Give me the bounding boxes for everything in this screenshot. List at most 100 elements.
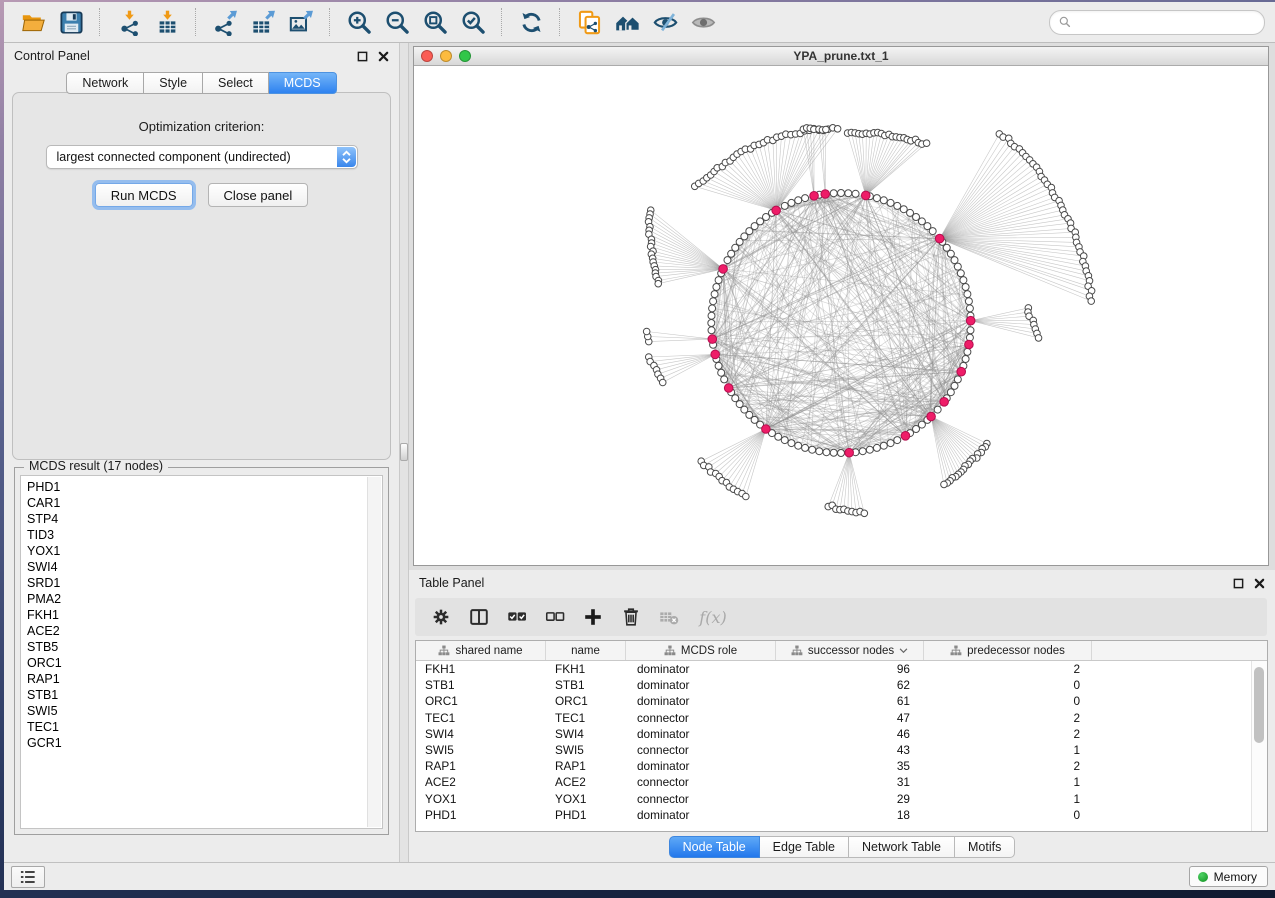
mcds-result-item[interactable]: CAR1 xyxy=(27,495,382,511)
table-row[interactable]: ORC1ORC1dominator610 xyxy=(416,693,1267,709)
zoom-fit-icon xyxy=(422,9,449,36)
tab-network-table[interactable]: Network Table xyxy=(849,836,955,858)
refresh-button[interactable] xyxy=(512,4,550,40)
mcds-result-item[interactable]: SRD1 xyxy=(27,575,382,591)
tab-select[interactable]: Select xyxy=(203,72,269,94)
mcds-result-item[interactable]: ORC1 xyxy=(27,655,382,671)
hide-details-button[interactable] xyxy=(646,4,684,40)
control-panel: Control Panel NetworkStyleSelectMCDS Opt… xyxy=(4,43,399,862)
clone-network-icon xyxy=(576,9,603,36)
export-table-button[interactable] xyxy=(244,4,282,40)
network-canvas[interactable] xyxy=(414,66,1268,565)
table-row[interactable]: FKH1FKH1dominator962 xyxy=(416,661,1267,677)
tab-edge-table[interactable]: Edge Table xyxy=(760,836,849,858)
mcds-result-item[interactable]: RAP1 xyxy=(27,671,382,687)
column-header-MCDS-role[interactable]: MCDS role xyxy=(626,641,776,660)
toolbar-separator xyxy=(501,8,503,36)
table-row[interactable]: TEC1TEC1connector472 xyxy=(416,710,1267,726)
column-header-shared-name[interactable]: shared name xyxy=(416,641,546,660)
mcds-result-item[interactable]: FKH1 xyxy=(27,607,382,623)
table-scrollbar[interactable] xyxy=(1251,661,1267,831)
mcds-result-item[interactable]: TEC1 xyxy=(27,719,382,735)
zoom-in-button[interactable] xyxy=(340,4,378,40)
tab-node-table[interactable]: Node Table xyxy=(669,836,760,858)
list-scrollbar[interactable] xyxy=(367,477,381,827)
table-row[interactable]: PHD1PHD1dominator180 xyxy=(416,807,1267,823)
mcds-result-item[interactable]: SWI4 xyxy=(27,559,382,575)
optimization-select-value: largest connected component (undirected) xyxy=(57,150,291,164)
network-window-title: YPA_prune.txt_1 xyxy=(793,49,888,63)
function-builder-button[interactable]: f(x) xyxy=(693,602,733,632)
import-network-button[interactable] xyxy=(110,4,148,40)
show-details-button[interactable] xyxy=(684,4,722,40)
network-window-titlebar: YPA_prune.txt_1 xyxy=(414,47,1268,66)
table-bottom-tabs: Node TableEdge TableNetwork TableMotifs xyxy=(409,835,1275,859)
mcds-result-item[interactable]: STB1 xyxy=(27,687,382,703)
search-input[interactable] xyxy=(1072,14,1256,30)
mcds-result-item[interactable]: ACE2 xyxy=(27,623,382,639)
minimize-window-button[interactable] xyxy=(440,50,452,62)
table-row[interactable]: RAP1RAP1dominator352 xyxy=(416,758,1267,774)
tab-mcds[interactable]: MCDS xyxy=(269,72,337,94)
table-row[interactable]: ACE2ACE2connector311 xyxy=(416,774,1267,790)
mcds-result-item[interactable]: STB5 xyxy=(27,639,382,655)
float-table-panel-button[interactable] xyxy=(1232,577,1244,589)
delete-table-icon xyxy=(658,606,680,628)
zoom-fit-button[interactable] xyxy=(416,4,454,40)
optimization-select[interactable]: largest connected component (undirected) xyxy=(46,145,358,169)
tab-style[interactable]: Style xyxy=(144,72,203,94)
table-row[interactable]: YOX1YOX1connector291 xyxy=(416,791,1267,807)
deselect-all-button[interactable] xyxy=(541,602,568,632)
main-area: Control Panel NetworkStyleSelectMCDS Opt… xyxy=(4,43,1275,862)
delete-table-button[interactable] xyxy=(655,602,682,632)
trash-button[interactable] xyxy=(617,602,644,632)
table-row[interactable]: SWI4SWI4dominator462 xyxy=(416,726,1267,742)
export-image-button[interactable] xyxy=(282,4,320,40)
float-panel-button[interactable] xyxy=(356,50,368,62)
save-button[interactable] xyxy=(52,4,90,40)
splitter-handle[interactable] xyxy=(400,443,408,461)
mcds-result-item[interactable]: YOX1 xyxy=(27,543,382,559)
control-panel-title: Control Panel xyxy=(14,49,90,63)
deselect-all-icon xyxy=(544,606,566,628)
add-row-button[interactable] xyxy=(579,602,606,632)
mcds-result-item[interactable]: STP4 xyxy=(27,511,382,527)
column-header-predecessor-nodes[interactable]: predecessor nodes xyxy=(924,641,1092,660)
vertical-splitter[interactable] xyxy=(399,43,409,862)
column-header-successor-nodes[interactable]: successor nodes xyxy=(776,641,924,660)
close-window-button[interactable] xyxy=(421,50,433,62)
open-button[interactable] xyxy=(14,4,52,40)
mcds-result-item[interactable]: TID3 xyxy=(27,527,382,543)
show-panels-button[interactable] xyxy=(11,866,45,888)
tab-motifs[interactable]: Motifs xyxy=(955,836,1015,858)
zoom-selected-icon xyxy=(460,9,487,36)
column-header-name[interactable]: name xyxy=(546,641,626,660)
mcds-result-item[interactable]: PMA2 xyxy=(27,591,382,607)
search-field[interactable] xyxy=(1049,10,1265,35)
table-row[interactable]: SWI5SWI5connector431 xyxy=(416,742,1267,758)
columns-button[interactable] xyxy=(465,602,492,632)
maximize-window-button[interactable] xyxy=(459,50,471,62)
table-row[interactable]: STB1STB1dominator620 xyxy=(416,677,1267,693)
zoom-out-button[interactable] xyxy=(378,4,416,40)
gear-button[interactable] xyxy=(427,602,454,632)
mcds-result-item[interactable]: GCR1 xyxy=(27,735,382,751)
mcds-result-item[interactable]: PHD1 xyxy=(27,479,382,495)
close-panel-button-2[interactable]: Close panel xyxy=(208,183,309,207)
close-table-panel-button[interactable] xyxy=(1253,577,1265,589)
zoom-selected-button[interactable] xyxy=(454,4,492,40)
column-header-filler xyxy=(1092,641,1267,660)
mcds-result-list[interactable]: PHD1CAR1STP4TID3YOX1SWI4SRD1PMA2FKH1ACE2… xyxy=(20,475,383,829)
close-panel-button[interactable] xyxy=(377,50,389,62)
home-button[interactable] xyxy=(608,4,646,40)
select-all-icon xyxy=(506,606,528,628)
scrollbar-thumb[interactable] xyxy=(1254,667,1264,743)
tab-network[interactable]: Network xyxy=(66,72,144,94)
clone-network-button[interactable] xyxy=(570,4,608,40)
run-mcds-button[interactable]: Run MCDS xyxy=(95,183,193,207)
select-all-button[interactable] xyxy=(503,602,530,632)
memory-button[interactable]: Memory xyxy=(1189,866,1268,887)
import-table-button[interactable] xyxy=(148,4,186,40)
export-network-button[interactable] xyxy=(206,4,244,40)
mcds-result-item[interactable]: SWI5 xyxy=(27,703,382,719)
